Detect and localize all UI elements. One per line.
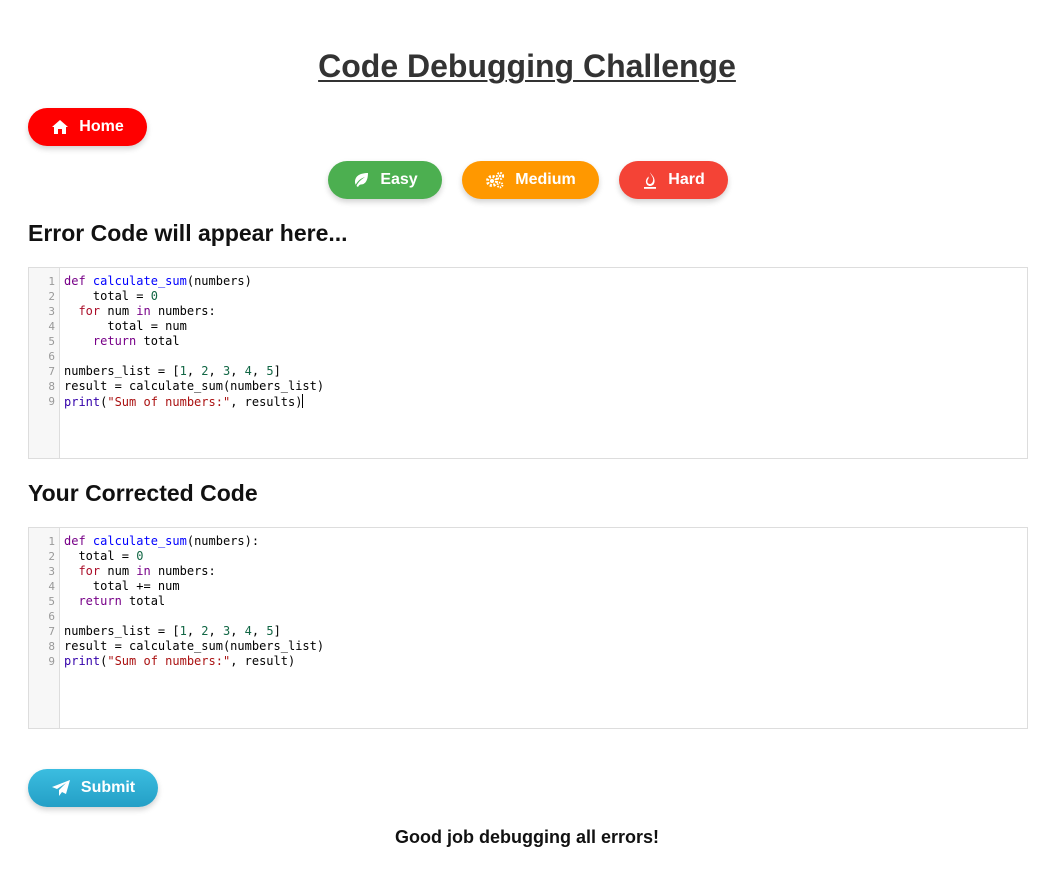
code-line: for num in numbers:	[78, 304, 216, 318]
code-line: return total	[78, 594, 166, 608]
code-line: def calculate_sum(numbers)	[64, 274, 252, 288]
code-line: for num in numbers:	[78, 564, 216, 578]
fire-icon	[642, 171, 658, 189]
medium-button[interactable]: Medium	[462, 161, 599, 199]
home-button[interactable]: Home	[28, 108, 147, 146]
corrected-code-content[interactable]: def calculate_sum(numbers): total = 0 fo…	[60, 528, 1027, 728]
line-number: 9	[48, 655, 55, 668]
line-number: 7	[48, 625, 55, 638]
line-number: 5	[48, 595, 55, 608]
line-number: 9	[48, 395, 55, 408]
code-line: total = 0	[64, 289, 158, 303]
code-line: return total	[92, 334, 180, 348]
line-number: 5	[48, 335, 55, 348]
error-code-editor[interactable]: 1 2 3 4 5 6 7 8 9 def calculate_sum(numb…	[28, 267, 1028, 459]
cogs-icon	[485, 171, 505, 189]
code-line: def calculate_sum(numbers):	[64, 534, 260, 548]
corrected-code-editor[interactable]: 1 2 3 4 5 6 7 8 9 def calculate_sum(numb…	[28, 527, 1028, 729]
code-line: numbers_list = [1, 2, 3, 4, 5]	[64, 364, 281, 378]
line-number: 6	[48, 350, 55, 363]
hard-button[interactable]: Hard	[619, 161, 728, 199]
text-cursor	[302, 394, 304, 408]
line-number-gutter: 1 2 3 4 5 6 7 8 9	[29, 268, 60, 458]
line-number: 7	[48, 365, 55, 378]
line-number: 1	[48, 535, 55, 548]
code-line: result = calculate_sum(numbers_list)	[64, 639, 325, 653]
line-number: 1	[48, 275, 55, 288]
home-icon	[51, 119, 69, 135]
submit-button[interactable]: Submit	[28, 769, 158, 807]
line-number: 3	[48, 305, 55, 318]
code-line: total += num	[64, 579, 180, 593]
code-line: total = 0	[64, 549, 144, 563]
page-title: Code Debugging Challenge	[318, 48, 736, 84]
medium-button-label: Medium	[515, 171, 576, 188]
code-line: numbers_list = [1, 2, 3, 4, 5]	[64, 624, 281, 638]
error-code-heading: Error Code will appear here...	[28, 220, 348, 246]
code-line: print("Sum of numbers:", results)	[64, 394, 304, 409]
code-line: total = num	[64, 319, 187, 333]
line-number: 3	[48, 565, 55, 578]
line-number: 8	[48, 380, 55, 393]
line-number: 2	[48, 290, 55, 303]
line-number-gutter: 1 2 3 4 5 6 7 8 9	[29, 528, 60, 728]
error-code-content[interactable]: def calculate_sum(numbers) total = 0 for…	[60, 268, 1027, 458]
hard-button-label: Hard	[668, 171, 705, 188]
leaf-icon	[352, 172, 370, 188]
submit-button-label: Submit	[80, 779, 136, 796]
line-number: 4	[48, 580, 55, 593]
home-button-label: Home	[79, 118, 124, 135]
corrected-code-heading: Your Corrected Code	[28, 480, 258, 506]
code-line: result = calculate_sum(numbers_list)	[64, 379, 325, 393]
result-message: Good job debugging all errors!	[395, 827, 659, 847]
code-line: print("Sum of numbers:", result)	[64, 654, 296, 668]
paper-plane-icon	[51, 779, 71, 797]
line-number: 6	[48, 610, 55, 623]
easy-button-label: Easy	[380, 171, 418, 188]
easy-button[interactable]: Easy	[328, 161, 442, 199]
line-number: 2	[48, 550, 55, 563]
line-number: 8	[48, 640, 55, 653]
line-number: 4	[48, 320, 55, 333]
